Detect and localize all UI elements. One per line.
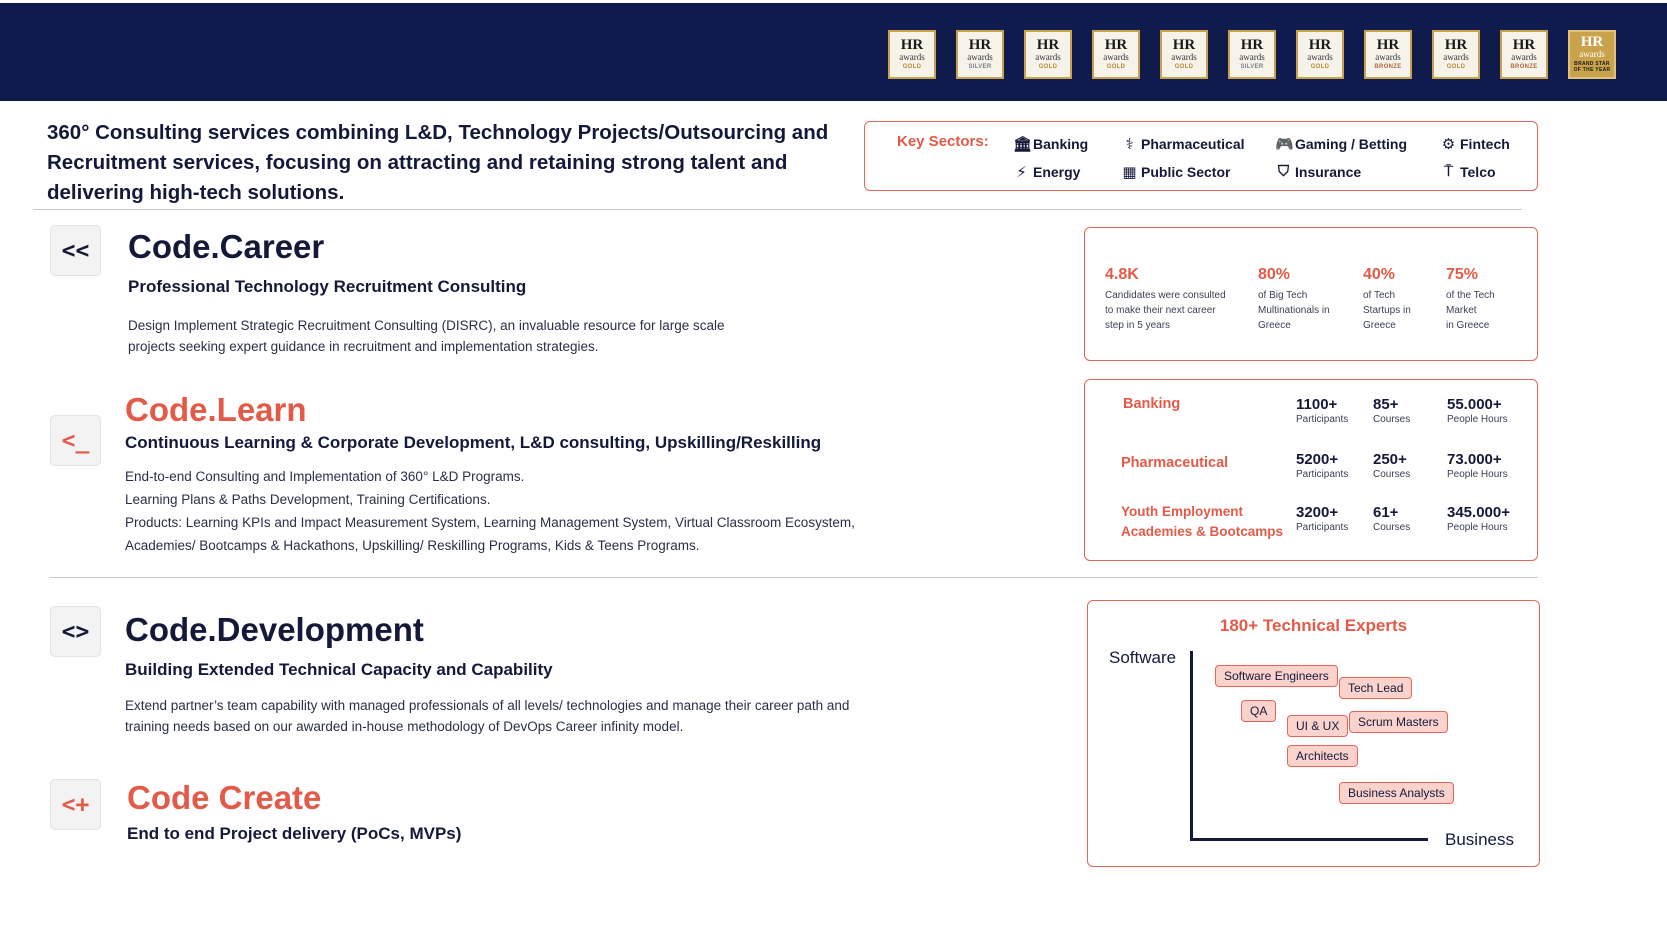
hr-award-badge: HR awards GOLD: [888, 30, 936, 79]
learn-courses: 250+ Courses: [1373, 451, 1411, 480]
role-chip-ui-ux: UI & UX: [1287, 715, 1349, 737]
axis-label-business: Business: [1445, 830, 1514, 849]
hr-awards-logo: HR: [1240, 37, 1264, 53]
learn-participants: 5200+ Participants: [1296, 451, 1349, 480]
shield-icon: ⛉: [1277, 163, 1290, 180]
role-chip-software-engineers: Software Engineers: [1215, 665, 1338, 687]
bank-icon: 🏛: [1013, 136, 1033, 153]
learn-stats-card: Banking 1100+ Participants 85+ Courses 55.…: [1084, 379, 1538, 561]
sector-gaming-betting: 🎮 Gaming / Betting: [1275, 136, 1407, 153]
hr-awards-logo: HR: [1444, 37, 1468, 53]
learn-subtitle: Continuous Learning & Corporate Developm…: [125, 433, 822, 452]
hr-awards-logo: HR: [1512, 37, 1536, 53]
role-chip-scrum-masters: Scrum Masters: [1349, 711, 1448, 733]
career-title: Code.Career: [128, 228, 325, 265]
development-code-badge: <>: [50, 606, 101, 657]
intro-statement: 360° Consulting services combining L&D, …: [47, 121, 829, 204]
learn-code-badge: <_: [50, 415, 101, 466]
hr-awards-logo: HR: [968, 37, 992, 53]
hr-award-badge: HR awards SILVER: [956, 30, 1004, 79]
key-sectors-panel: Key Sectors: 🏛 Banking ⚕ Pharmaceutical 🎮 G…: [864, 121, 1538, 191]
development-title: Code.Development: [125, 611, 424, 648]
learn-participants: 3200+ Participants: [1296, 504, 1349, 533]
role-chip-qa: QA: [1241, 700, 1277, 722]
sector-banking: 🏛 Banking: [1013, 136, 1089, 153]
sector-pharmaceutical: ⚕ Pharmaceutical: [1121, 135, 1244, 153]
hr-award-badge: HR awards GOLD: [1432, 30, 1480, 79]
hr-awards-logo: HR: [1308, 37, 1332, 53]
career-stat: 4.8K Candidates were consulted to make th…: [1105, 266, 1226, 331]
learn-description: End-to-end Consulting and Implementation…: [125, 469, 855, 553]
hr-awards-logo: HR: [1580, 34, 1604, 50]
learn-courses: 85+ Courses: [1373, 396, 1411, 425]
sector-fintech: ⚙ Fintech: [1441, 136, 1510, 153]
axis-vertical: [1190, 651, 1193, 841]
career-description: Design Implement Strategic Recruitment C…: [128, 318, 725, 354]
energy-icon: ⚡: [1016, 164, 1027, 181]
career-stats-card: 4.8K Candidates were consulted to make th…: [1084, 227, 1538, 361]
hr-awards-logo: HR: [1376, 37, 1400, 53]
hr-award-badge: HR awards BRONZE: [1364, 30, 1412, 79]
axis-horizontal: [1190, 838, 1428, 841]
hr-awards-logo: HR: [900, 37, 924, 53]
learn-people-hours: 55.000+ People Hours: [1447, 396, 1508, 425]
career-stat: 75% of the Tech Market in Greece: [1446, 266, 1495, 331]
hr-award-badge: HR awards SILVER: [1228, 30, 1276, 79]
sector-energy: ⚡ Energy: [1013, 163, 1080, 181]
hr-awards-logo: HR: [1172, 37, 1196, 53]
hr-award-badge: HR awards BRONZE: [1500, 30, 1548, 79]
fintech-icon: ⚙: [1441, 136, 1456, 153]
gamepad-icon: 🎮: [1275, 136, 1294, 153]
pharmacy-icon: ⚕: [1125, 136, 1134, 153]
technical-experts-card: 180+ Technical Experts Software Business…: [1087, 600, 1540, 867]
role-chip-business-analysts: Business Analysts: [1339, 782, 1454, 804]
hr-award-badge: HR awards BRAND STAR OF THE YEAR: [1568, 30, 1616, 79]
career-subtitle: Professional Technology Recruitment Cons…: [128, 277, 527, 296]
hr-award-badge: HR awards GOLD: [1092, 30, 1140, 79]
hr-awards-logo: HR: [1104, 37, 1128, 53]
sector-insurance: ⛉ Insurance: [1275, 163, 1361, 180]
building-icon: ▦: [1122, 164, 1137, 181]
hr-awards-logo: HR: [1036, 37, 1060, 53]
hr-award-badge: HR awards GOLD: [1024, 30, 1072, 79]
career-stat: 40% of Tech Startups in Greece: [1363, 266, 1411, 331]
divider: [50, 577, 1538, 578]
sector-telco: ⍑ Telco: [1440, 163, 1496, 180]
development-subtitle: Building Extended Technical Capacity and…: [125, 660, 553, 679]
learn-sector-name: Pharmaceutical: [1121, 455, 1229, 471]
awards-strip: HR awards GOLD HR awards SILVER HR awards GOLD…: [888, 30, 1616, 79]
header-bar: HR awards GOLD HR awards SILVER HR awards GOLD…: [0, 3, 1667, 101]
axis-label-software: Software: [1109, 648, 1177, 667]
role-chip-architects: Architects: [1287, 745, 1358, 767]
learn-people-hours: 73.000+ People Hours: [1447, 451, 1508, 480]
key-sectors-label: Key Sectors:: [897, 133, 989, 150]
learn-people-hours: 345.000+ People Hours: [1447, 504, 1510, 533]
experts-title: 180+ Technical Experts: [1219, 616, 1408, 635]
learn-title: Code.Learn: [125, 391, 307, 428]
role-chip-tech-lead: Tech Lead: [1339, 677, 1413, 699]
create-title: Code Create: [127, 779, 322, 816]
career-code-badge: <<: [50, 225, 101, 276]
sector-public-sector: ▦ Public Sector: [1122, 164, 1231, 181]
development-description: Extend partner’s team capability with ma…: [125, 698, 850, 734]
hr-award-badge: HR awards GOLD: [1296, 30, 1344, 79]
create-subtitle: End to end Project delivery (PoCs, MVPs): [127, 824, 462, 843]
divider: [33, 209, 1522, 210]
hr-award-badge: HR awards GOLD: [1160, 30, 1208, 79]
career-stat: 80% of Big Tech Multinationals in Greece: [1258, 266, 1330, 331]
create-code-badge: <+: [50, 779, 101, 830]
antenna-icon: ⍑: [1443, 163, 1453, 180]
learn-sector-name: Youth Employment Academies & Bootcamps: [1121, 504, 1284, 539]
learn-participants: 1100+ Participants: [1296, 396, 1349, 425]
learn-sector-name: Banking: [1123, 396, 1181, 412]
learn-courses: 61+ Courses: [1373, 504, 1411, 533]
